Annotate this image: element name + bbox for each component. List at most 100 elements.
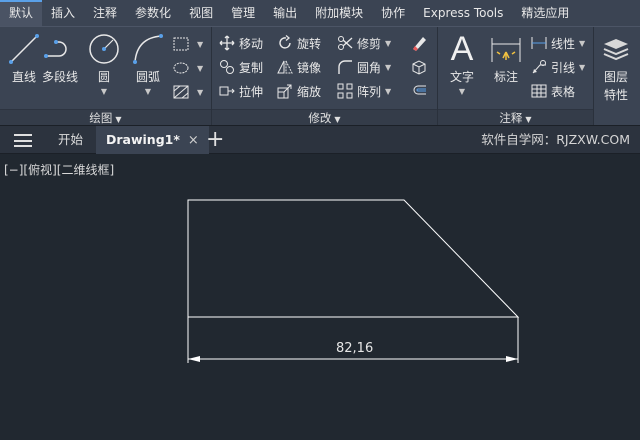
tab-start[interactable]: 开始 [48,126,93,154]
table-label: 表格 [551,84,576,99]
annotation-panel-expand-icon: ▼ [525,115,532,124]
tab-annotate[interactable]: 注释 [84,0,126,26]
array-icon [336,82,354,100]
leader-dropdown-icon[interactable]: ▼ [579,63,585,72]
ribbon-tab-bar: 默认 插入 注释 参数化 视图 管理 输出 附加模块 协作 Express To… [0,0,640,26]
menu-icon[interactable] [14,134,32,147]
line-label: 直线 [11,70,36,84]
rectangle-dropdown-icon[interactable]: ▼ [197,40,203,49]
arc-label: 圆弧 [135,70,160,84]
copy-button[interactable]: 复制 [218,56,263,78]
arc-button[interactable]: 圆弧 ▼ [130,31,166,96]
circle-label: 圆 [97,70,110,84]
tab-output[interactable]: 输出 [264,0,306,26]
linear-dim-button[interactable]: 线性 ▼ [530,32,585,54]
fillet-dropdown-icon[interactable]: ▼ [385,63,391,72]
tab-view[interactable]: 视图 [180,0,222,26]
array-dropdown-icon[interactable]: ▼ [385,87,391,96]
drawing-geometry [187,199,520,363]
tab-start-label: 开始 [58,132,84,147]
rectangle-tool[interactable]: ▼ [172,33,203,55]
stretch-icon [218,82,236,100]
move-label: 移动 [239,36,264,51]
trim-button[interactable]: 修剪 ▼ [336,32,391,54]
trapezoid-outline [187,199,520,318]
array-button[interactable]: 阵列 ▼ [336,80,391,102]
circle-button[interactable]: 圆 ▼ [86,31,122,96]
tab-drawing1[interactable]: Drawing1* × [96,126,209,154]
cube-icon [410,58,428,76]
tab-insert[interactable]: 插入 [42,0,84,26]
draw-panel-title-label: 绘图 [89,111,113,125]
layer-properties-label-2: 特性 [603,88,628,102]
layers-panel: 图层 特性 [594,27,640,126]
modify-panel-title[interactable]: 修改 ▼ [212,109,437,126]
tab-collaborate[interactable]: 协作 [372,0,414,26]
rotate-button[interactable]: 旋转 [276,32,321,54]
text-dropdown-icon[interactable]: ▼ [459,87,465,96]
line-button[interactable]: 直线 [6,31,42,85]
annotation-panel-title-label: 注释 [499,111,523,125]
fillet-button[interactable]: 圆角 ▼ [336,56,391,78]
tab-drawing1-label: Drawing1* [106,132,180,147]
tab-default[interactable]: 默认 [0,0,43,26]
hatch-dropdown-icon[interactable]: ▼ [197,88,203,97]
scale-label: 缩放 [297,84,322,99]
layers-icon [598,31,634,67]
copy-icon [218,58,236,76]
hatch-icon [172,83,190,101]
drawing-canvas[interactable]: [−][俯视][二维线框] 82,16 [0,155,640,440]
fillet-icon [336,58,354,76]
leader-label: 引线 [551,60,576,75]
tab-featured-apps[interactable]: 精选应用 [512,0,578,26]
dimension-button[interactable]: 标注 [488,31,524,85]
hatch-tool[interactable]: ▼ [172,57,203,79]
dimension-arrow-left [188,356,200,362]
tab-addins[interactable]: 附加模块 [306,0,372,26]
trim-dropdown-icon[interactable]: ▼ [385,39,391,48]
scale-button[interactable]: 缩放 [276,80,321,102]
tab-manage[interactable]: 管理 [222,0,264,26]
circle-icon [86,31,122,67]
text-label: 文字 [449,70,474,84]
explode-button[interactable] [410,56,431,78]
table-button[interactable]: 表格 [530,80,575,102]
erase-button[interactable] [410,32,431,54]
modify-panel-title-label: 修改 [308,111,332,125]
text-button[interactable]: A 文字 ▼ [444,31,480,96]
linear-dim-label: 线性 [551,36,576,51]
rectangle-icon [172,35,190,53]
linear-dim-dropdown-icon[interactable]: ▼ [579,39,585,48]
mirror-button[interactable]: 镜像 [276,56,321,78]
new-tab-icon[interactable]: + [206,128,224,152]
arc-dropdown-icon[interactable]: ▼ [145,87,151,96]
polyline-button[interactable]: 多段线 [42,31,78,85]
offset-icon [410,82,428,100]
linear-dim-icon [530,34,548,52]
circle-dropdown-icon[interactable]: ▼ [101,87,107,96]
ellipse-icon [172,59,190,77]
polyline-label: 多段线 [42,70,79,84]
leader-icon [530,58,548,76]
close-tab-icon[interactable]: × [188,133,199,148]
mirror-label: 镜像 [297,60,322,75]
scale-icon [276,82,294,100]
polyline-icon [42,31,78,67]
annotation-panel-title[interactable]: 注释 ▼ [438,109,593,126]
rotate-icon [276,34,294,52]
offset-button[interactable] [410,80,431,102]
draw-panel: 直线 多段线 圆 ▼ 圆弧 ▼ ▼ ▼ ▼ 绘图 ▼ [0,27,212,126]
leader-button[interactable]: 引线 ▼ [530,56,585,78]
draw-panel-title[interactable]: 绘图 ▼ [0,109,211,126]
layer-properties-button[interactable]: 图层 特性 [598,31,634,103]
watermark-text: 软件自学网：RJZXW.COM [481,132,630,147]
ellipse-dropdown-icon[interactable]: ▼ [197,64,203,73]
tab-express-tools[interactable]: Express Tools [414,0,512,26]
arc-icon [130,31,166,67]
dimension-value: 82,16 [336,341,374,356]
stretch-button[interactable]: 拉伸 [218,80,263,102]
ribbon: 直线 多段线 圆 ▼ 圆弧 ▼ ▼ ▼ ▼ 绘图 ▼ 移动 旋转 修剪 ▼ 复制… [0,26,640,126]
boundary-tool[interactable]: ▼ [172,81,203,103]
tab-parametric[interactable]: 参数化 [126,0,180,26]
move-button[interactable]: 移动 [218,32,263,54]
